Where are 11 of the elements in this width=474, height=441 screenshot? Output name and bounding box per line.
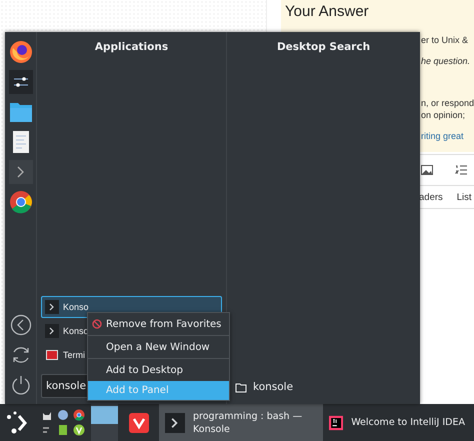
- result-label: Termi: [63, 350, 85, 360]
- instruction-text: n, or respond: [421, 97, 474, 109]
- instruction-text: er to Unix &: [421, 34, 470, 46]
- instruction-text: on opinion;: [421, 109, 466, 121]
- column-heading: Applications: [94, 41, 170, 55]
- instruction-text: he question.: [421, 55, 472, 67]
- task-title: Welcome to IntelliJ IDEA: [351, 416, 465, 429]
- result-label: Konso: [63, 302, 89, 312]
- answer-heading: Your Answer: [285, 2, 370, 22]
- column-heading: Desktop Search: [276, 41, 372, 55]
- task-title: programming : bash — Konsole: [193, 410, 302, 436]
